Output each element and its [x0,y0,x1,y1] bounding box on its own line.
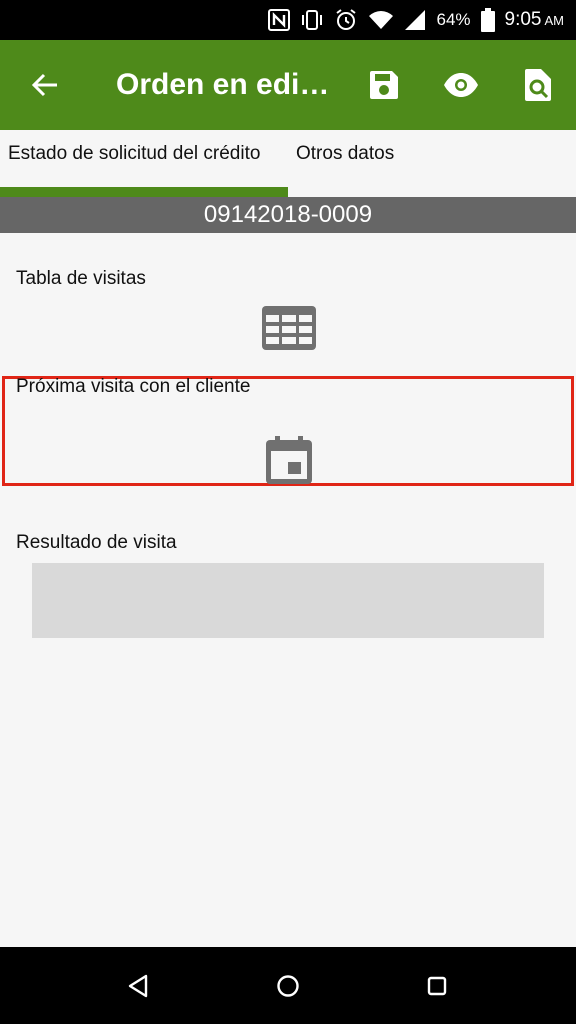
status-bar: 64% 9:05 AM [0,0,576,40]
recents-square-icon[interactable] [420,969,454,1003]
back-arrow-icon[interactable] [24,64,66,106]
clock: 9:05 AM [505,9,564,31]
alarm-icon [334,8,358,32]
vibrate-icon [300,9,324,31]
tab-bar: Estado de solicitud del crédito Otros da… [0,130,576,197]
battery-icon [480,8,495,32]
system-nav-bar [0,947,576,1024]
battery-percent: 64% [436,10,471,29]
page-title: Orden en edi… [116,68,330,101]
visit-table-label: Tabla de visitas [16,268,146,289]
home-circle-icon[interactable] [271,969,305,1003]
clock-ampm: AM [544,13,565,28]
visit-result-label: Resultado de visita [16,532,177,553]
next-visit-label: Próxima visita con el cliente [16,376,251,397]
wifi-icon [368,9,394,31]
tab-selected-indicator [0,187,288,197]
back-triangle-icon[interactable] [121,969,155,1003]
calendar-icon[interactable] [266,436,312,489]
tab-otros-datos[interactable]: Otros datos [296,142,394,165]
save-icon[interactable] [361,62,407,108]
document-search-icon[interactable] [515,62,561,108]
order-number: 09142018-0009 [0,197,576,233]
app-bar: Orden en edi… [0,40,576,130]
table-icon[interactable] [262,306,316,355]
clock-time: 9:05 [504,9,542,30]
tab-estado-solicitud[interactable]: Estado de solicitud del crédito [8,142,278,165]
visit-result-field[interactable] [32,563,544,638]
signal-icon [404,9,426,31]
eye-icon[interactable] [438,62,484,108]
nfc-icon [268,9,291,31]
